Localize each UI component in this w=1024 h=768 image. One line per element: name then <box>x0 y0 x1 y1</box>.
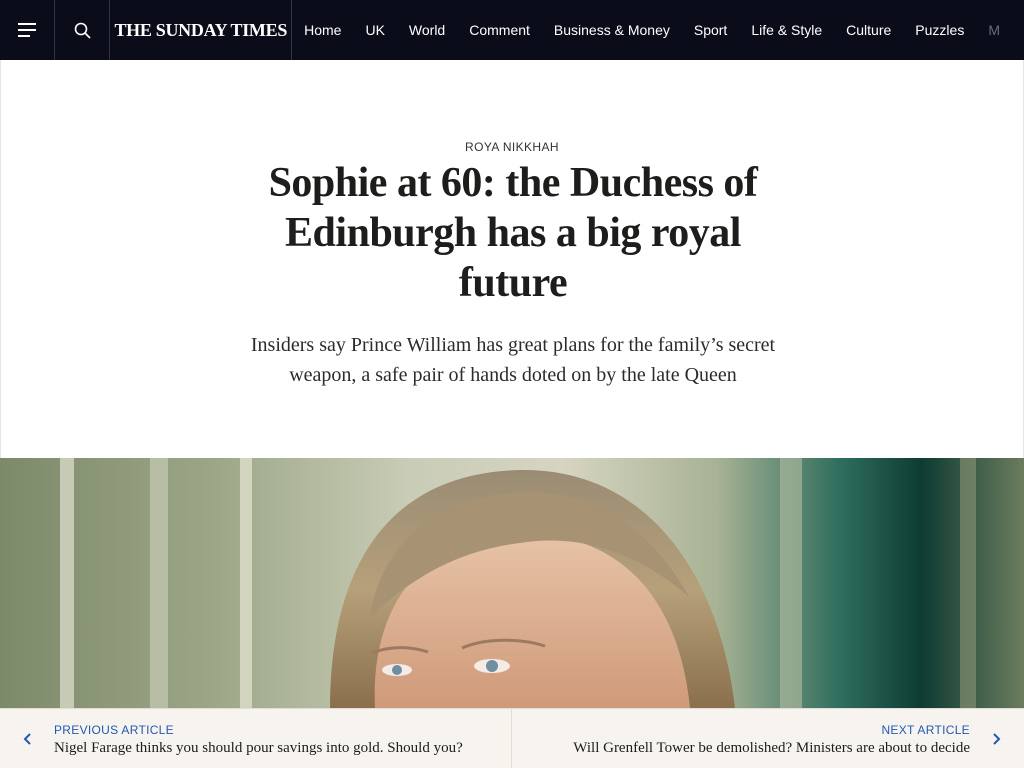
nav-item-business-money[interactable]: Business & Money <box>554 22 670 38</box>
article-headline: Sophie at 60: the Duchess of Edinburgh h… <box>268 160 758 306</box>
nav-item-life-style[interactable]: Life & Style <box>751 22 822 38</box>
nav-item-uk[interactable]: UK <box>365 22 384 38</box>
nav-item-overflow[interactable]: M <box>988 22 1000 38</box>
nav-item-puzzles[interactable]: Puzzles <box>915 22 964 38</box>
chevron-left-icon <box>23 733 31 745</box>
section-nav: Home UK World Comment Business & Money S… <box>292 0 1024 60</box>
chevron-right-icon <box>993 733 1001 745</box>
nav-item-sport[interactable]: Sport <box>694 22 727 38</box>
nav-item-home[interactable]: Home <box>304 22 341 38</box>
article-standfirst: Insiders say Prince William has great pl… <box>250 334 776 386</box>
nav-item-comment[interactable]: Comment <box>469 22 530 38</box>
article-pagination: PREVIOUS ARTICLE Nigel Farage thinks you… <box>0 708 1024 768</box>
nav-item-world[interactable]: World <box>409 22 445 38</box>
nav-item-culture[interactable]: Culture <box>846 22 891 38</box>
previous-article-title[interactable]: Nigel Farage thinks you should pour savi… <box>54 740 463 757</box>
menu-button[interactable] <box>0 0 56 60</box>
search-button[interactable] <box>55 0 111 60</box>
previous-article-label: PREVIOUS ARTICLE <box>54 723 174 737</box>
next-article-link[interactable]: NEXT ARTICLE Will Grenfell Tower be demo… <box>512 709 1024 768</box>
search-icon <box>74 22 91 39</box>
next-article-title[interactable]: Will Grenfell Tower be demolished? Minis… <box>573 740 970 757</box>
article-header: ROYA NIKKHAH Sophie at 60: the Duchess o… <box>0 60 1024 458</box>
hero-image <box>0 458 1024 708</box>
logo-link[interactable]: THE SUNDAY TIMES <box>110 0 293 60</box>
previous-article-link[interactable]: PREVIOUS ARTICLE Nigel Farage thinks you… <box>0 709 512 768</box>
site-logo: THE SUNDAY TIMES <box>114 19 288 40</box>
author-byline[interactable]: ROYA NIKKHAH <box>1 140 1023 154</box>
hamburger-menu-icon <box>18 23 37 37</box>
top-navigation-bar: THE SUNDAY TIMES Home UK World Comment B… <box>0 0 1024 60</box>
next-article-label: NEXT ARTICLE <box>881 723 970 737</box>
